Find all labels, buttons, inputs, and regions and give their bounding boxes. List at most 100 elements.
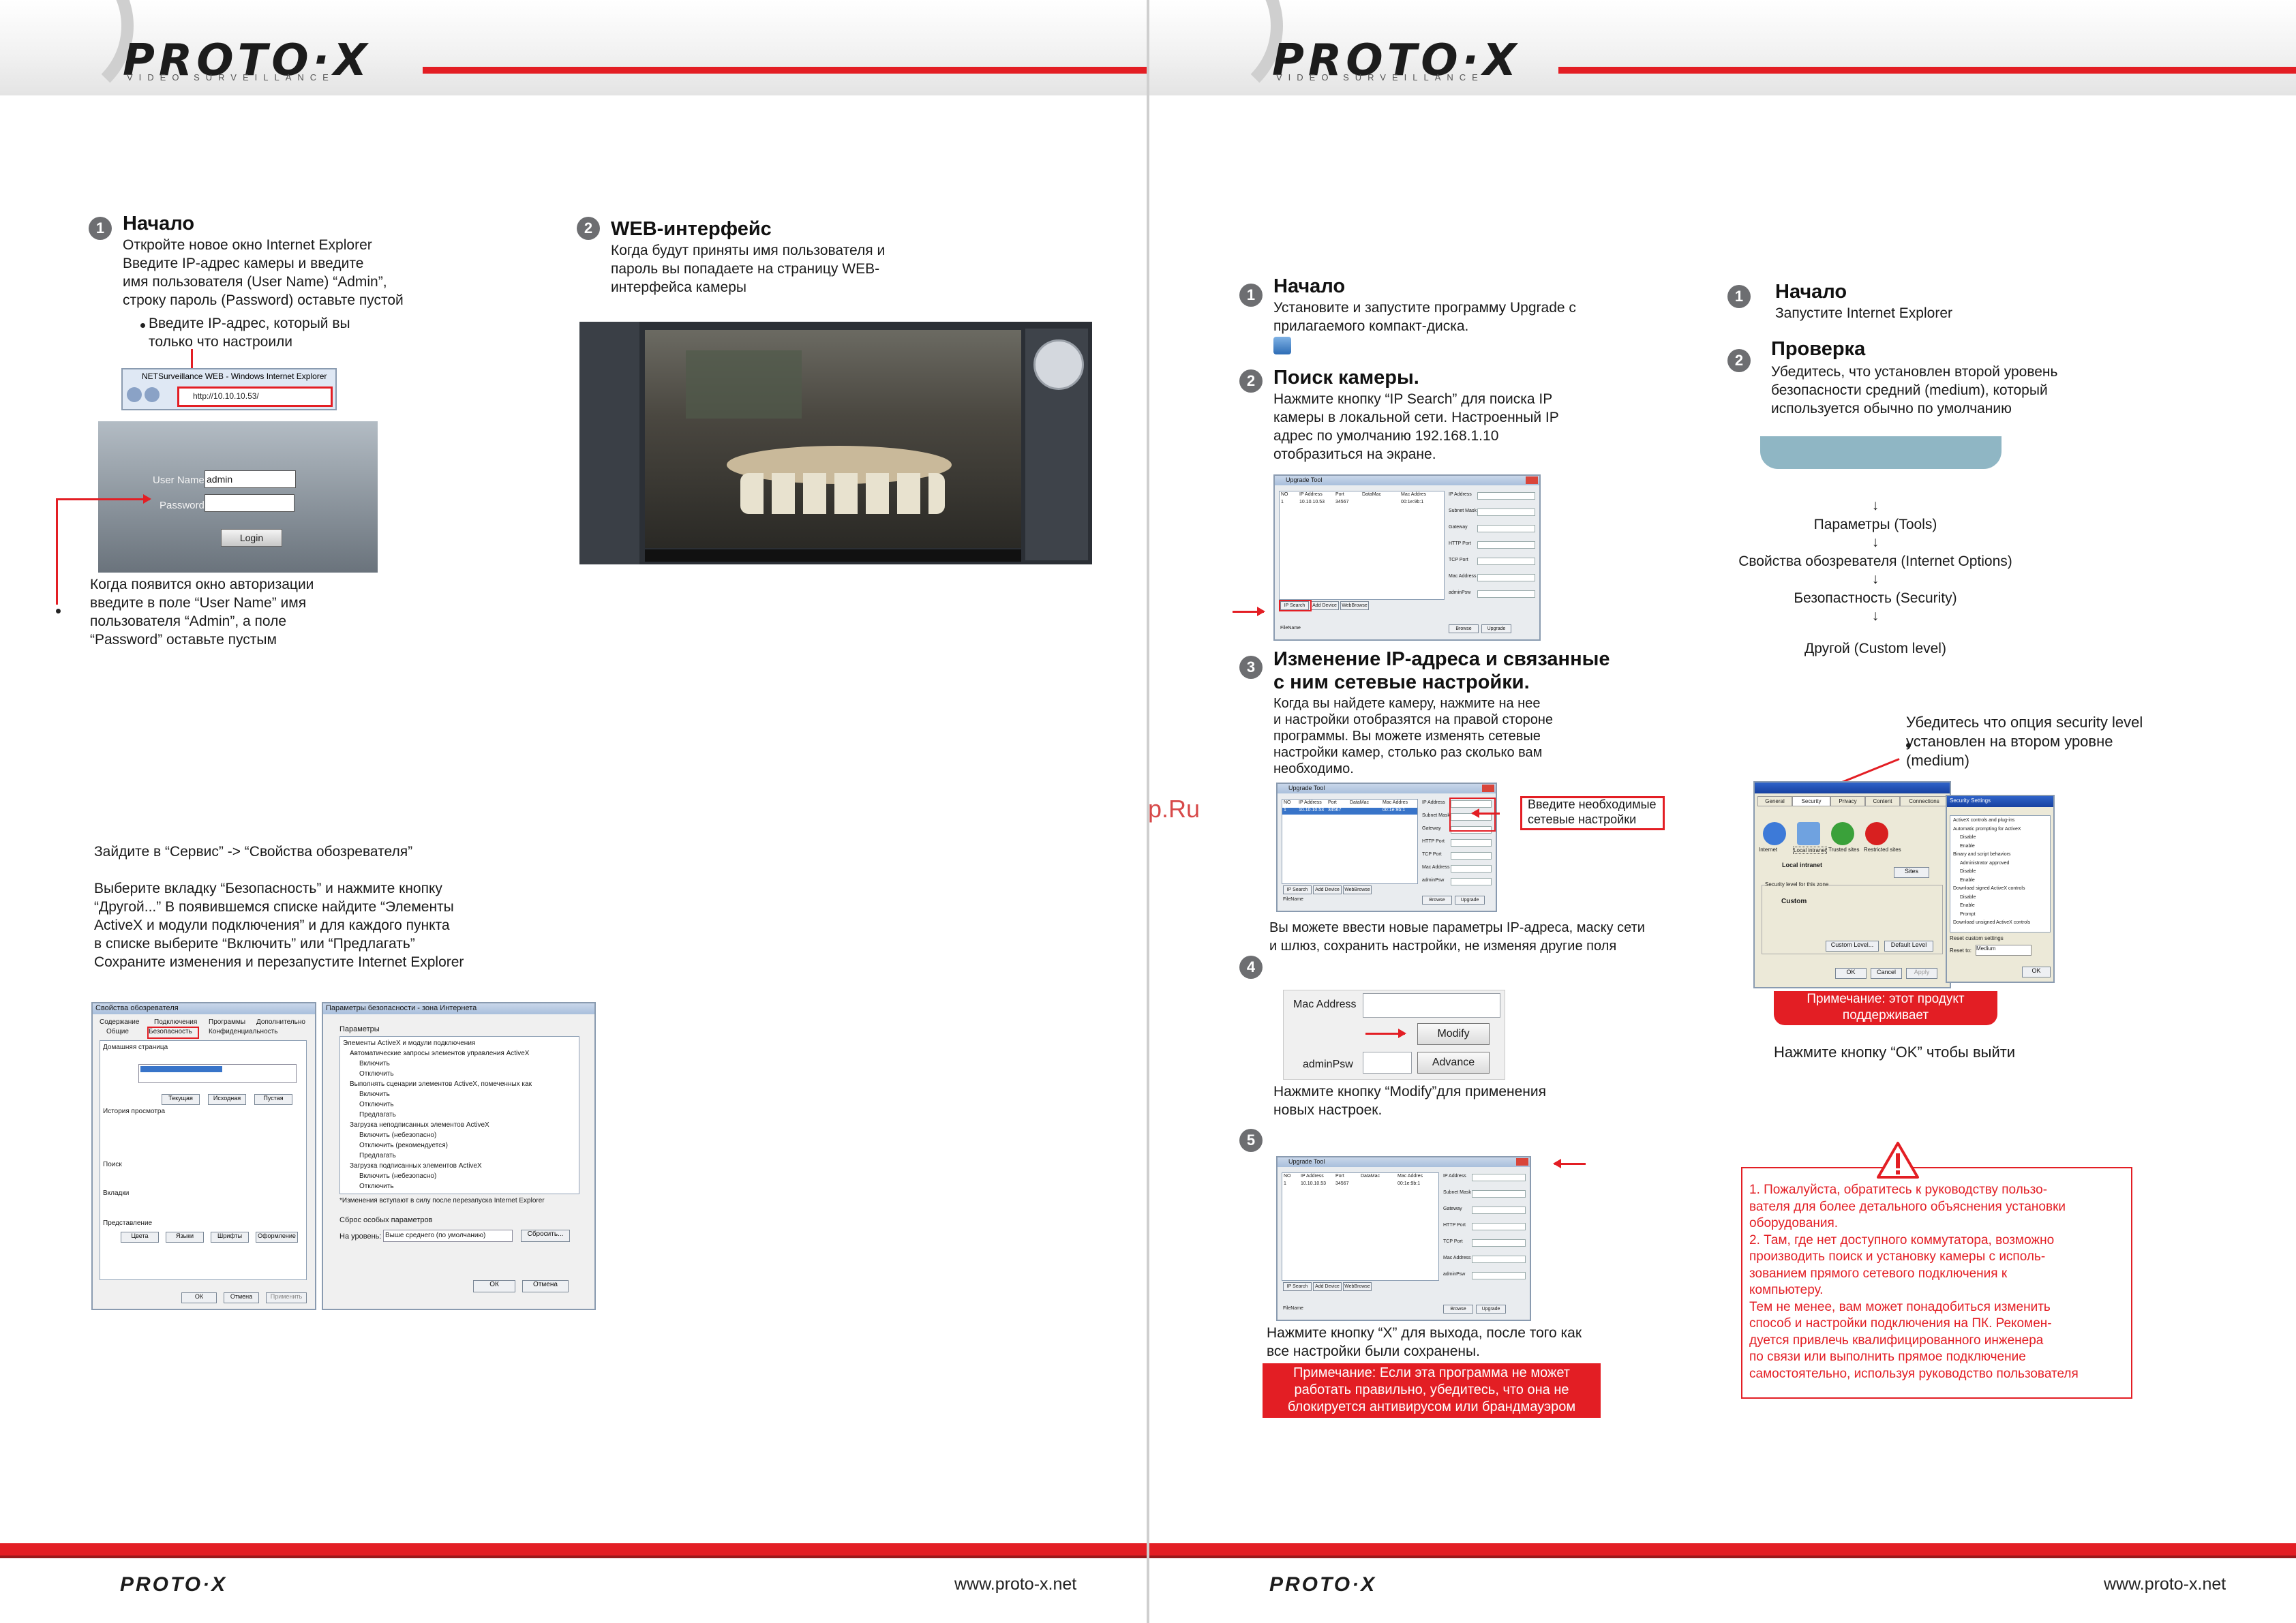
tool-button[interactable]: Upgrade xyxy=(1476,1305,1506,1314)
colors-button[interactable]: Цвета xyxy=(121,1232,159,1243)
tab-content[interactable]: Content xyxy=(1865,796,1900,806)
footer-url[interactable]: www.proto-x.net xyxy=(2104,1575,2226,1594)
settings-item[interactable]: Enable xyxy=(1960,844,1975,849)
tool-button[interactable]: Browse xyxy=(1449,624,1479,633)
table-row[interactable]: 1 10.10.10.53 34567 00:1e:9b:1 xyxy=(1280,500,1444,506)
cancel-button[interactable]: Отмена xyxy=(224,1292,259,1303)
settings-item[interactable]: Загрузка подписанных элементов ActiveX xyxy=(350,1162,482,1170)
admin-psw-field[interactable] xyxy=(1363,1052,1412,1074)
settings-item[interactable]: Binary and script behaviors xyxy=(1953,852,2010,857)
field-input[interactable] xyxy=(1472,1223,1526,1230)
apply-button[interactable]: Применить xyxy=(266,1292,307,1303)
column-header[interactable]: DataMac xyxy=(1362,492,1381,497)
settings-item[interactable]: Отключить xyxy=(359,1101,394,1108)
column-header[interactable]: IP Address xyxy=(1299,492,1323,497)
field-input[interactable] xyxy=(1477,541,1535,549)
internet-zone-icon[interactable] xyxy=(1763,822,1786,845)
reset-button[interactable]: Сбросить... xyxy=(521,1230,570,1242)
column-header[interactable]: NO xyxy=(1281,492,1288,497)
footer-url[interactable]: www.proto-x.net xyxy=(954,1575,1076,1594)
settings-item[interactable]: Enable xyxy=(1960,878,1975,883)
tab-connections[interactable]: Connections xyxy=(1900,796,1948,806)
field-input[interactable] xyxy=(1472,1239,1526,1247)
password-input[interactable] xyxy=(205,494,294,512)
field-input[interactable] xyxy=(1477,558,1535,565)
tool-button[interactable]: Browse xyxy=(1422,896,1452,905)
tab-security[interactable]: Безопасность xyxy=(147,1027,199,1039)
settings-item[interactable]: Автоматические запросы элементов управле… xyxy=(350,1050,529,1057)
settings-item[interactable]: Automatic prompting for ActiveX xyxy=(1953,827,2021,832)
tool-button[interactable]: Upgrade xyxy=(1481,624,1511,633)
settings-tree[interactable]: Элементы ActiveX и модули подключения Авт… xyxy=(339,1036,579,1194)
settings-item[interactable]: Disable xyxy=(1960,895,1976,900)
settings-item[interactable]: Загрузка неподписанных элементов ActiveX xyxy=(350,1121,489,1129)
settings-item[interactable]: Предлагать xyxy=(359,1152,396,1159)
column-header[interactable]: Mac Addres xyxy=(1401,492,1426,497)
tab-connections[interactable]: Подключения xyxy=(154,1018,197,1026)
field-input[interactable] xyxy=(1477,590,1535,598)
sites-button[interactable]: Sites xyxy=(1894,867,1929,878)
ok-button[interactable]: OK xyxy=(2022,967,2051,977)
upgrade-app-icon[interactable] xyxy=(1273,337,1291,354)
tool-button[interactable]: Add Device xyxy=(1313,1282,1342,1291)
ok-button[interactable]: ОК xyxy=(473,1280,515,1292)
settings-item[interactable]: Отключить (рекомендуется) xyxy=(359,1142,448,1149)
restricted-zone-icon[interactable] xyxy=(1865,822,1888,845)
advance-button[interactable]: Advance xyxy=(1417,1052,1490,1074)
field-input[interactable] xyxy=(1477,525,1535,532)
tab-general[interactable]: Общие xyxy=(106,1028,129,1035)
reset-level-select[interactable]: Выше среднего (по умолчанию) xyxy=(383,1230,513,1242)
settings-item[interactable]: Отключить xyxy=(359,1070,394,1078)
apply-button[interactable]: Apply xyxy=(1906,968,1937,979)
settings-item[interactable]: Prompt xyxy=(1960,912,1976,917)
ptz-joystick-icon[interactable] xyxy=(1033,339,1084,390)
default-level-button[interactable]: Default Level xyxy=(1884,941,1933,952)
settings-item[interactable]: Administrator approved xyxy=(1960,861,2009,866)
tab-general[interactable]: General xyxy=(1757,796,1792,806)
cancel-button[interactable]: Отмена xyxy=(522,1280,569,1292)
reset-to-select[interactable]: Medium xyxy=(1976,945,2031,956)
field-input[interactable] xyxy=(1451,865,1492,873)
tool-button[interactable]: WebBrowse xyxy=(1343,1282,1372,1291)
column-header[interactable]: Mac Addres xyxy=(1398,1174,1423,1179)
device-list[interactable]: NO IP Address Port DataMac Mac Addres 1 10.10.… xyxy=(1282,799,1418,884)
field-input[interactable] xyxy=(1451,839,1492,847)
user-name-input[interactable]: admin xyxy=(205,470,296,488)
settings-item[interactable]: Включить xyxy=(359,1091,390,1098)
column-header[interactable]: Mac Addres xyxy=(1383,800,1408,805)
settings-item[interactable]: Enable xyxy=(1960,903,1975,908)
settings-item[interactable]: Предлагать xyxy=(359,1111,396,1119)
tool-button[interactable]: WebBrowse xyxy=(1343,885,1372,894)
ie-address-field[interactable]: http://10.10.10.53/ xyxy=(177,386,333,407)
fonts-button[interactable]: Шрифты xyxy=(211,1232,249,1243)
default-button[interactable]: Исходная xyxy=(208,1094,246,1105)
settings-item[interactable]: ActiveX controls and plug-ins xyxy=(1953,818,2014,823)
login-button[interactable]: Login xyxy=(221,529,282,547)
column-header[interactable]: NO xyxy=(1284,1174,1291,1179)
settings-item[interactable]: Включить (небезопасно) xyxy=(359,1172,436,1180)
column-header[interactable]: Port xyxy=(1335,1174,1344,1179)
settings-item[interactable]: Download signed ActiveX controls xyxy=(1953,886,2025,891)
settings-list[interactable]: ActiveX controls and plug-ins Automatic p… xyxy=(1950,815,2051,932)
settings-item[interactable]: Disable xyxy=(1960,869,1976,874)
tab-privacy[interactable]: Privacy xyxy=(1830,796,1865,806)
field-input[interactable] xyxy=(1472,1256,1526,1263)
device-list[interactable]: NO IP Address Port DataMac Mac Addres 1 10.10.… xyxy=(1279,491,1445,600)
field-input[interactable] xyxy=(1477,574,1535,581)
tab-advanced[interactable]: Дополнительно xyxy=(256,1018,305,1026)
accessibility-button[interactable]: Оформление xyxy=(256,1232,298,1243)
settings-item[interactable]: Download unsigned ActiveX controls xyxy=(1953,920,2030,925)
tab-security[interactable]: Security xyxy=(1792,796,1830,806)
close-icon[interactable] xyxy=(1516,1158,1528,1166)
field-input[interactable] xyxy=(1472,1207,1526,1214)
tab-privacy[interactable]: Конфиденциальность xyxy=(209,1028,277,1035)
column-header[interactable]: IP Address xyxy=(1299,800,1322,805)
blank-button[interactable]: Пустая xyxy=(254,1094,292,1105)
languages-button[interactable]: Языки xyxy=(166,1232,204,1243)
column-header[interactable]: Port xyxy=(1328,800,1337,805)
field-input[interactable] xyxy=(1477,509,1535,516)
tab-programs[interactable]: Программы xyxy=(209,1018,245,1026)
column-header[interactable]: DataMac xyxy=(1361,1174,1380,1179)
home-page-field[interactable] xyxy=(138,1064,297,1083)
field-input[interactable] xyxy=(1477,492,1535,500)
